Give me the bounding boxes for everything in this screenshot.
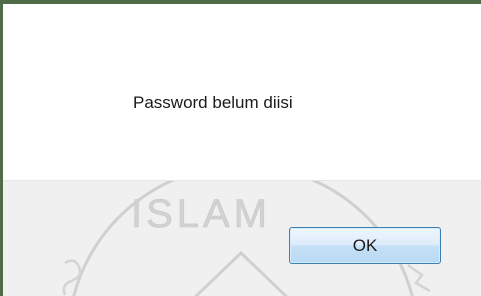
watermark-text: ISLAM — [131, 192, 271, 236]
dialog-button-area: ISLAM OK — [3, 180, 481, 296]
watermark-letter-right — [407, 263, 431, 293]
dialog-content: Password belum diisi — [3, 4, 481, 180]
watermark-triangle — [193, 250, 289, 296]
message-dialog: Password belum diisi ISLAM OK — [0, 0, 481, 296]
watermark-letter-left — [62, 259, 82, 296]
ok-button[interactable]: OK — [289, 227, 441, 264]
dialog-message: Password belum diisi — [133, 93, 293, 112]
